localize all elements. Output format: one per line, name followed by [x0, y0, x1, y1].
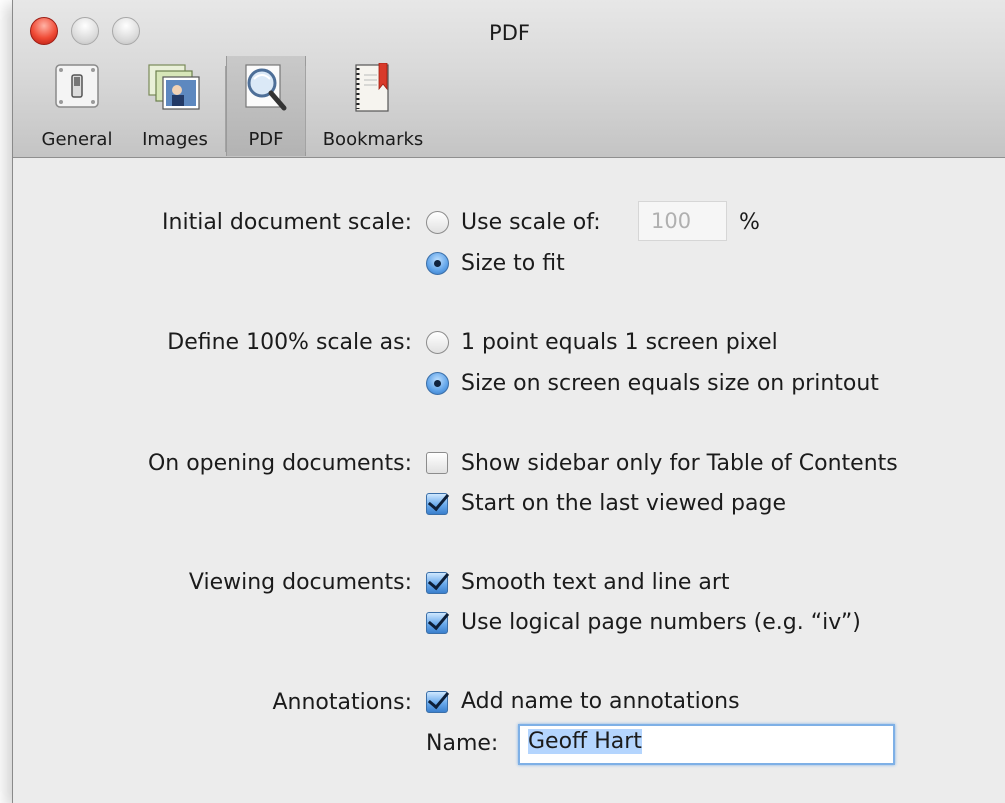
toolbar: PDF General Images PDF Bookmarks — [13, 0, 1005, 158]
define-scale-label: Define 100% scale as: — [167, 330, 412, 355]
smooth-text-label[interactable]: Smooth text and line art — [461, 570, 730, 595]
pdf-magnifier-icon — [242, 63, 290, 117]
use-scale-label[interactable]: Use scale of: — [461, 210, 601, 235]
preferences-window: PDF General Images PDF Bookmarks Initial… — [12, 0, 1005, 803]
initial-scale-label: Initial document scale: — [162, 210, 412, 235]
viewing-documents-label: Viewing documents: — [188, 570, 412, 595]
show-sidebar-toc-checkbox[interactable] — [426, 452, 448, 474]
add-name-annotations-checkbox[interactable] — [426, 691, 448, 713]
size-to-fit-label[interactable]: Size to fit — [461, 251, 565, 276]
show-sidebar-toc-label[interactable]: Show sidebar only for Table of Contents — [461, 451, 898, 476]
toolbar-label-bookmarks: Bookmarks — [322, 129, 424, 150]
point-equals-pixel-radio[interactable] — [426, 331, 449, 354]
general-switch-icon — [54, 63, 100, 113]
opening-documents-label: On opening documents: — [147, 451, 412, 476]
start-last-page-checkbox[interactable] — [426, 493, 448, 515]
toolbar-item-images[interactable]: Images — [129, 56, 221, 156]
toolbar-item-pdf[interactable]: PDF — [226, 56, 306, 156]
start-last-page-label[interactable]: Start on the last viewed page — [461, 491, 786, 516]
toolbar-item-bookmarks[interactable]: Bookmarks — [309, 56, 437, 156]
screen-equals-printout-label[interactable]: Size on screen equals size on printout — [461, 371, 879, 396]
scale-percent-input[interactable] — [638, 201, 727, 241]
toolbar-item-general[interactable]: General — [31, 56, 123, 156]
screen-equals-printout-radio[interactable] — [426, 372, 449, 395]
name-field-label: Name: — [426, 731, 499, 756]
logical-page-numbers-checkbox[interactable] — [426, 612, 448, 634]
toolbar-label-images: Images — [142, 129, 208, 150]
window-title: PDF — [489, 21, 530, 45]
annotations-label: Annotations: — [272, 690, 412, 715]
smooth-text-checkbox[interactable] — [426, 572, 448, 594]
toolbar-separator — [305, 66, 306, 152]
percent-label: % — [739, 210, 760, 235]
logical-page-numbers-label[interactable]: Use logical page numbers (e.g. “iv”) — [461, 610, 861, 635]
annotation-name-field[interactable]: Geoff Hart — [518, 724, 895, 765]
use-scale-radio[interactable] — [426, 211, 449, 234]
bookmarks-book-icon — [353, 62, 393, 119]
size-to-fit-radio[interactable] — [426, 252, 449, 275]
toolbar-label-general: General — [41, 129, 113, 150]
add-name-annotations-label[interactable]: Add name to annotations — [461, 689, 740, 714]
images-stack-icon — [147, 63, 203, 115]
annotation-name-value: Geoff Hart — [528, 729, 642, 754]
point-equals-pixel-label[interactable]: 1 point equals 1 screen pixel — [461, 330, 778, 355]
toolbar-label-pdf: PDF — [248, 129, 284, 150]
